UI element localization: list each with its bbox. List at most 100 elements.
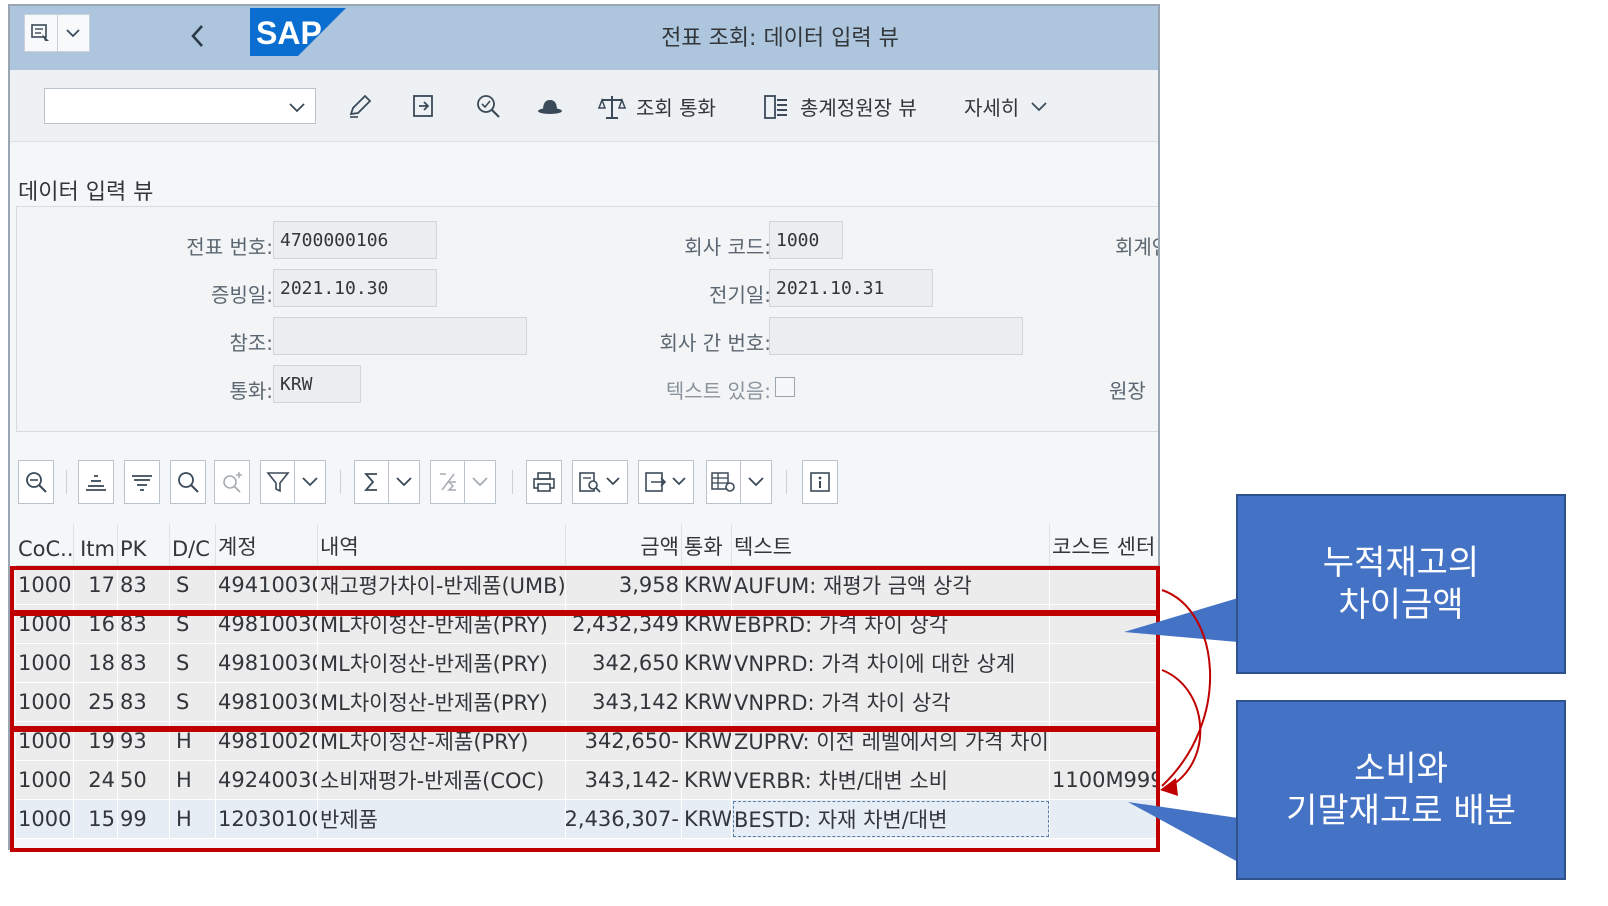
fiscal-year-label: 회계연 bbox=[1115, 235, 1158, 259]
company-code-field[interactable]: 1000 bbox=[769, 221, 843, 259]
sort-ascending-button[interactable] bbox=[78, 460, 114, 504]
subtotal-icon bbox=[439, 473, 456, 491]
menu-button[interactable] bbox=[24, 14, 90, 52]
search-icon bbox=[178, 472, 199, 493]
toolbar-separator bbox=[66, 470, 67, 494]
menu-dropdown-icon[interactable] bbox=[56, 15, 89, 51]
sum-button[interactable] bbox=[354, 460, 420, 504]
screenshot-stage: SAP 전표 조회: 데이터 입력 뷰 조회 통화 총계정원장 뷰 자세히 데이… bbox=[0, 0, 1608, 906]
layout-button[interactable] bbox=[706, 460, 772, 504]
ledger-icon bbox=[764, 94, 787, 119]
callout-bottom-line2: 기말재고로 배분 bbox=[1286, 791, 1516, 831]
column-header-description[interactable]: 내역 bbox=[318, 524, 566, 565]
more-label: 자세히 bbox=[964, 96, 1020, 120]
svg-text:SAP: SAP bbox=[256, 15, 322, 51]
sap-logo: SAP bbox=[250, 8, 346, 56]
subtotal-button[interactable] bbox=[430, 460, 496, 504]
doc-number-label: 전표 번호: bbox=[186, 235, 273, 259]
callout-accumulated-variance: 누적재고의 차이금액 bbox=[1236, 494, 1566, 674]
print-button[interactable] bbox=[526, 460, 562, 504]
document-header-panel: 전표 번호: 4700000106 회사 코드: 1000 회계연 증빙일: 2… bbox=[16, 206, 1158, 432]
back-button[interactable] bbox=[180, 18, 216, 54]
column-header-debit-credit[interactable]: D/C bbox=[170, 524, 216, 565]
chevron-down-icon bbox=[395, 477, 412, 487]
column-header-posting-key[interactable]: PK bbox=[118, 524, 170, 565]
chevron-left-icon bbox=[191, 25, 203, 47]
export-icon bbox=[645, 472, 667, 492]
currency-label: 통화: bbox=[229, 379, 273, 403]
callout-bottom-line1: 소비와 bbox=[1354, 748, 1448, 789]
switch-view-icon[interactable] bbox=[408, 90, 440, 122]
chevron-down-icon bbox=[606, 477, 620, 486]
search-check-icon[interactable] bbox=[472, 90, 504, 122]
info-button[interactable] bbox=[802, 460, 838, 504]
find-button[interactable] bbox=[170, 460, 206, 504]
column-header-text[interactable]: 텍스트 bbox=[732, 524, 1050, 565]
export-button[interactable] bbox=[638, 460, 694, 504]
sort-descending-button[interactable] bbox=[124, 460, 160, 504]
details-button[interactable] bbox=[18, 460, 54, 504]
highlight-box-accumulated bbox=[10, 566, 1160, 614]
arrow-curve-inner bbox=[1161, 669, 1202, 791]
doc-number-field[interactable]: 4700000106 bbox=[273, 221, 437, 259]
print-preview-button[interactable] bbox=[572, 460, 628, 504]
find-next-button[interactable] bbox=[214, 460, 250, 504]
column-header-company-code[interactable]: CoC... bbox=[16, 524, 74, 565]
window-title: 전표 조회: 데이터 입력 뷰 bbox=[661, 26, 899, 51]
posting-date-label: 전기일: bbox=[709, 283, 771, 307]
column-header-cost-center[interactable]: 코스트 센터 bbox=[1050, 524, 1158, 565]
column-header-currency[interactable]: 통화 bbox=[682, 524, 732, 565]
zoom-in-icon bbox=[26, 472, 47, 493]
doc-date-field[interactable]: 2021.10.30 bbox=[273, 269, 437, 307]
filter-button[interactable] bbox=[260, 460, 326, 504]
callout-allocation: 소비와 기말재고로 배분 bbox=[1236, 700, 1566, 880]
posting-date-field[interactable]: 2021.10.31 bbox=[769, 269, 933, 307]
reference-label: 참조: bbox=[229, 331, 273, 355]
grid-toolbar bbox=[10, 460, 1158, 506]
chevron-down-icon[interactable] bbox=[287, 97, 307, 117]
currency-field[interactable]: KRW bbox=[273, 365, 361, 403]
sort-descending-icon bbox=[132, 475, 152, 491]
command-field[interactable] bbox=[44, 88, 316, 124]
chevron-down-icon bbox=[301, 477, 318, 487]
doc-date-label: 증빙일: bbox=[211, 283, 273, 307]
search-plus-icon bbox=[223, 472, 242, 493]
more-button[interactable]: 자세히 bbox=[964, 92, 1049, 121]
menu-icon[interactable] bbox=[25, 15, 57, 51]
filter-icon bbox=[265, 472, 290, 493]
toolbar-separator bbox=[340, 470, 341, 494]
display-currency-label: 조회 통화 bbox=[636, 96, 716, 120]
callout-top-line1: 누적재고의 bbox=[1322, 542, 1480, 583]
column-header-item[interactable]: Itm bbox=[74, 524, 118, 565]
printer-icon bbox=[533, 472, 555, 492]
display-currency-button[interactable]: 조회 통화 bbox=[598, 92, 716, 121]
info-icon bbox=[810, 472, 830, 492]
callout-top-line2: 차이금액 bbox=[1338, 585, 1464, 625]
chevron-down-icon bbox=[1031, 101, 1047, 111]
grid-header-row: CoC... Itm PK D/C 계정 내역 금액 통화 텍스트 코스트 센터 bbox=[16, 524, 1158, 566]
sort-ascending-icon bbox=[86, 475, 106, 491]
chevron-down-icon bbox=[747, 477, 764, 487]
section-title: 데이터 입력 뷰 bbox=[18, 180, 154, 205]
intercompany-number-label: 회사 간 번호: bbox=[659, 331, 771, 355]
general-ledger-view-label: 총계정원장 뷰 bbox=[800, 96, 917, 120]
intercompany-number-field[interactable] bbox=[769, 317, 1023, 355]
text-exists-checkbox[interactable] bbox=[775, 377, 795, 397]
edit-icon[interactable] bbox=[344, 90, 376, 122]
toolbar-separator bbox=[786, 470, 787, 494]
arrowhead bbox=[1160, 778, 1178, 796]
company-code-label: 회사 코드: bbox=[684, 235, 771, 259]
column-header-amount[interactable]: 금액 bbox=[566, 524, 682, 565]
application-toolbar: 조회 통화 총계정원장 뷰 자세히 bbox=[10, 70, 1158, 142]
toolbar-separator bbox=[512, 470, 513, 494]
chevron-down-icon bbox=[471, 477, 488, 487]
column-header-account[interactable]: 계정 bbox=[216, 524, 318, 565]
general-ledger-view-button[interactable]: 총계정원장 뷰 bbox=[762, 92, 917, 121]
reference-field[interactable] bbox=[273, 317, 527, 355]
hat-icon[interactable] bbox=[534, 90, 566, 122]
sigma-icon bbox=[363, 473, 377, 491]
highlight-box-allocation bbox=[10, 728, 1160, 852]
ledger-label: 원장 bbox=[1109, 379, 1146, 403]
table-settings-icon bbox=[710, 472, 735, 492]
chevron-down-icon bbox=[672, 477, 686, 486]
